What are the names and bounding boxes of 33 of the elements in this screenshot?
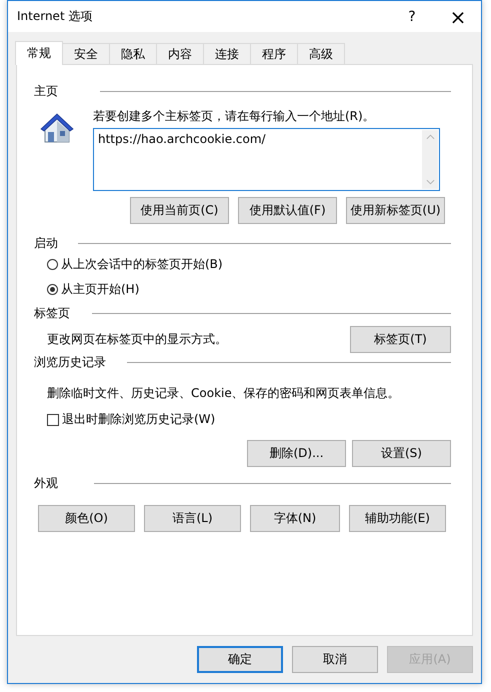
tab[interactable]: 高级 <box>297 43 345 64</box>
button[interactable]: 标签页(T) <box>350 326 451 353</box>
radio-label[interactable]: 从主页开始(H) <box>61 281 140 298</box>
radio-label[interactable]: 从上次会话中的标签页开始(B) <box>61 256 223 273</box>
checkbox[interactable] <box>47 414 59 426</box>
house-icon <box>39 112 75 144</box>
button[interactable]: 语言(L) <box>144 505 241 532</box>
section-heading: 主页 <box>34 83 58 100</box>
section-heading: 启动 <box>34 235 58 252</box>
instruction-text: 若要创建多个主标签页，请在每行输入一个地址(R)。 <box>93 108 376 125</box>
address-field[interactable]: https://hao.archcookie.com/ <box>93 128 440 191</box>
button[interactable]: 辅助功能(E) <box>349 505 446 532</box>
help-button[interactable]: ? <box>389 2 435 32</box>
section-heading: 标签页 <box>34 305 70 322</box>
description-text: 删除临时文件、历史记录、Cookie、保存的密码和网页表单信息。 <box>47 385 401 402</box>
button[interactable]: 设置(S) <box>352 440 451 467</box>
radio-button[interactable] <box>47 284 58 295</box>
section-heading: 外观 <box>34 475 58 492</box>
window-title: Internet 选项 <box>17 8 92 25</box>
section-heading: 浏览历史记录 <box>34 354 106 371</box>
button[interactable]: 删除(D)... <box>247 440 346 467</box>
button[interactable]: 颜色(O) <box>38 505 135 532</box>
button[interactable]: 确定 <box>197 646 283 673</box>
checkbox-label[interactable]: 退出时删除浏览历史记录(W) <box>62 411 216 428</box>
button[interactable]: 取消 <box>292 646 378 673</box>
radio-button[interactable] <box>47 259 58 270</box>
button[interactable]: 使用当前页(C) <box>130 197 229 224</box>
description-text: 更改网页在标签页中的显示方式。 <box>47 331 227 348</box>
button[interactable]: 字体(N) <box>250 505 340 532</box>
close-button[interactable]: × <box>435 2 481 32</box>
tab[interactable]: 常规 <box>15 41 63 65</box>
button[interactable]: 使用默认值(F) <box>238 197 337 224</box>
button[interactable]: 使用新标签页(U) <box>346 197 445 224</box>
